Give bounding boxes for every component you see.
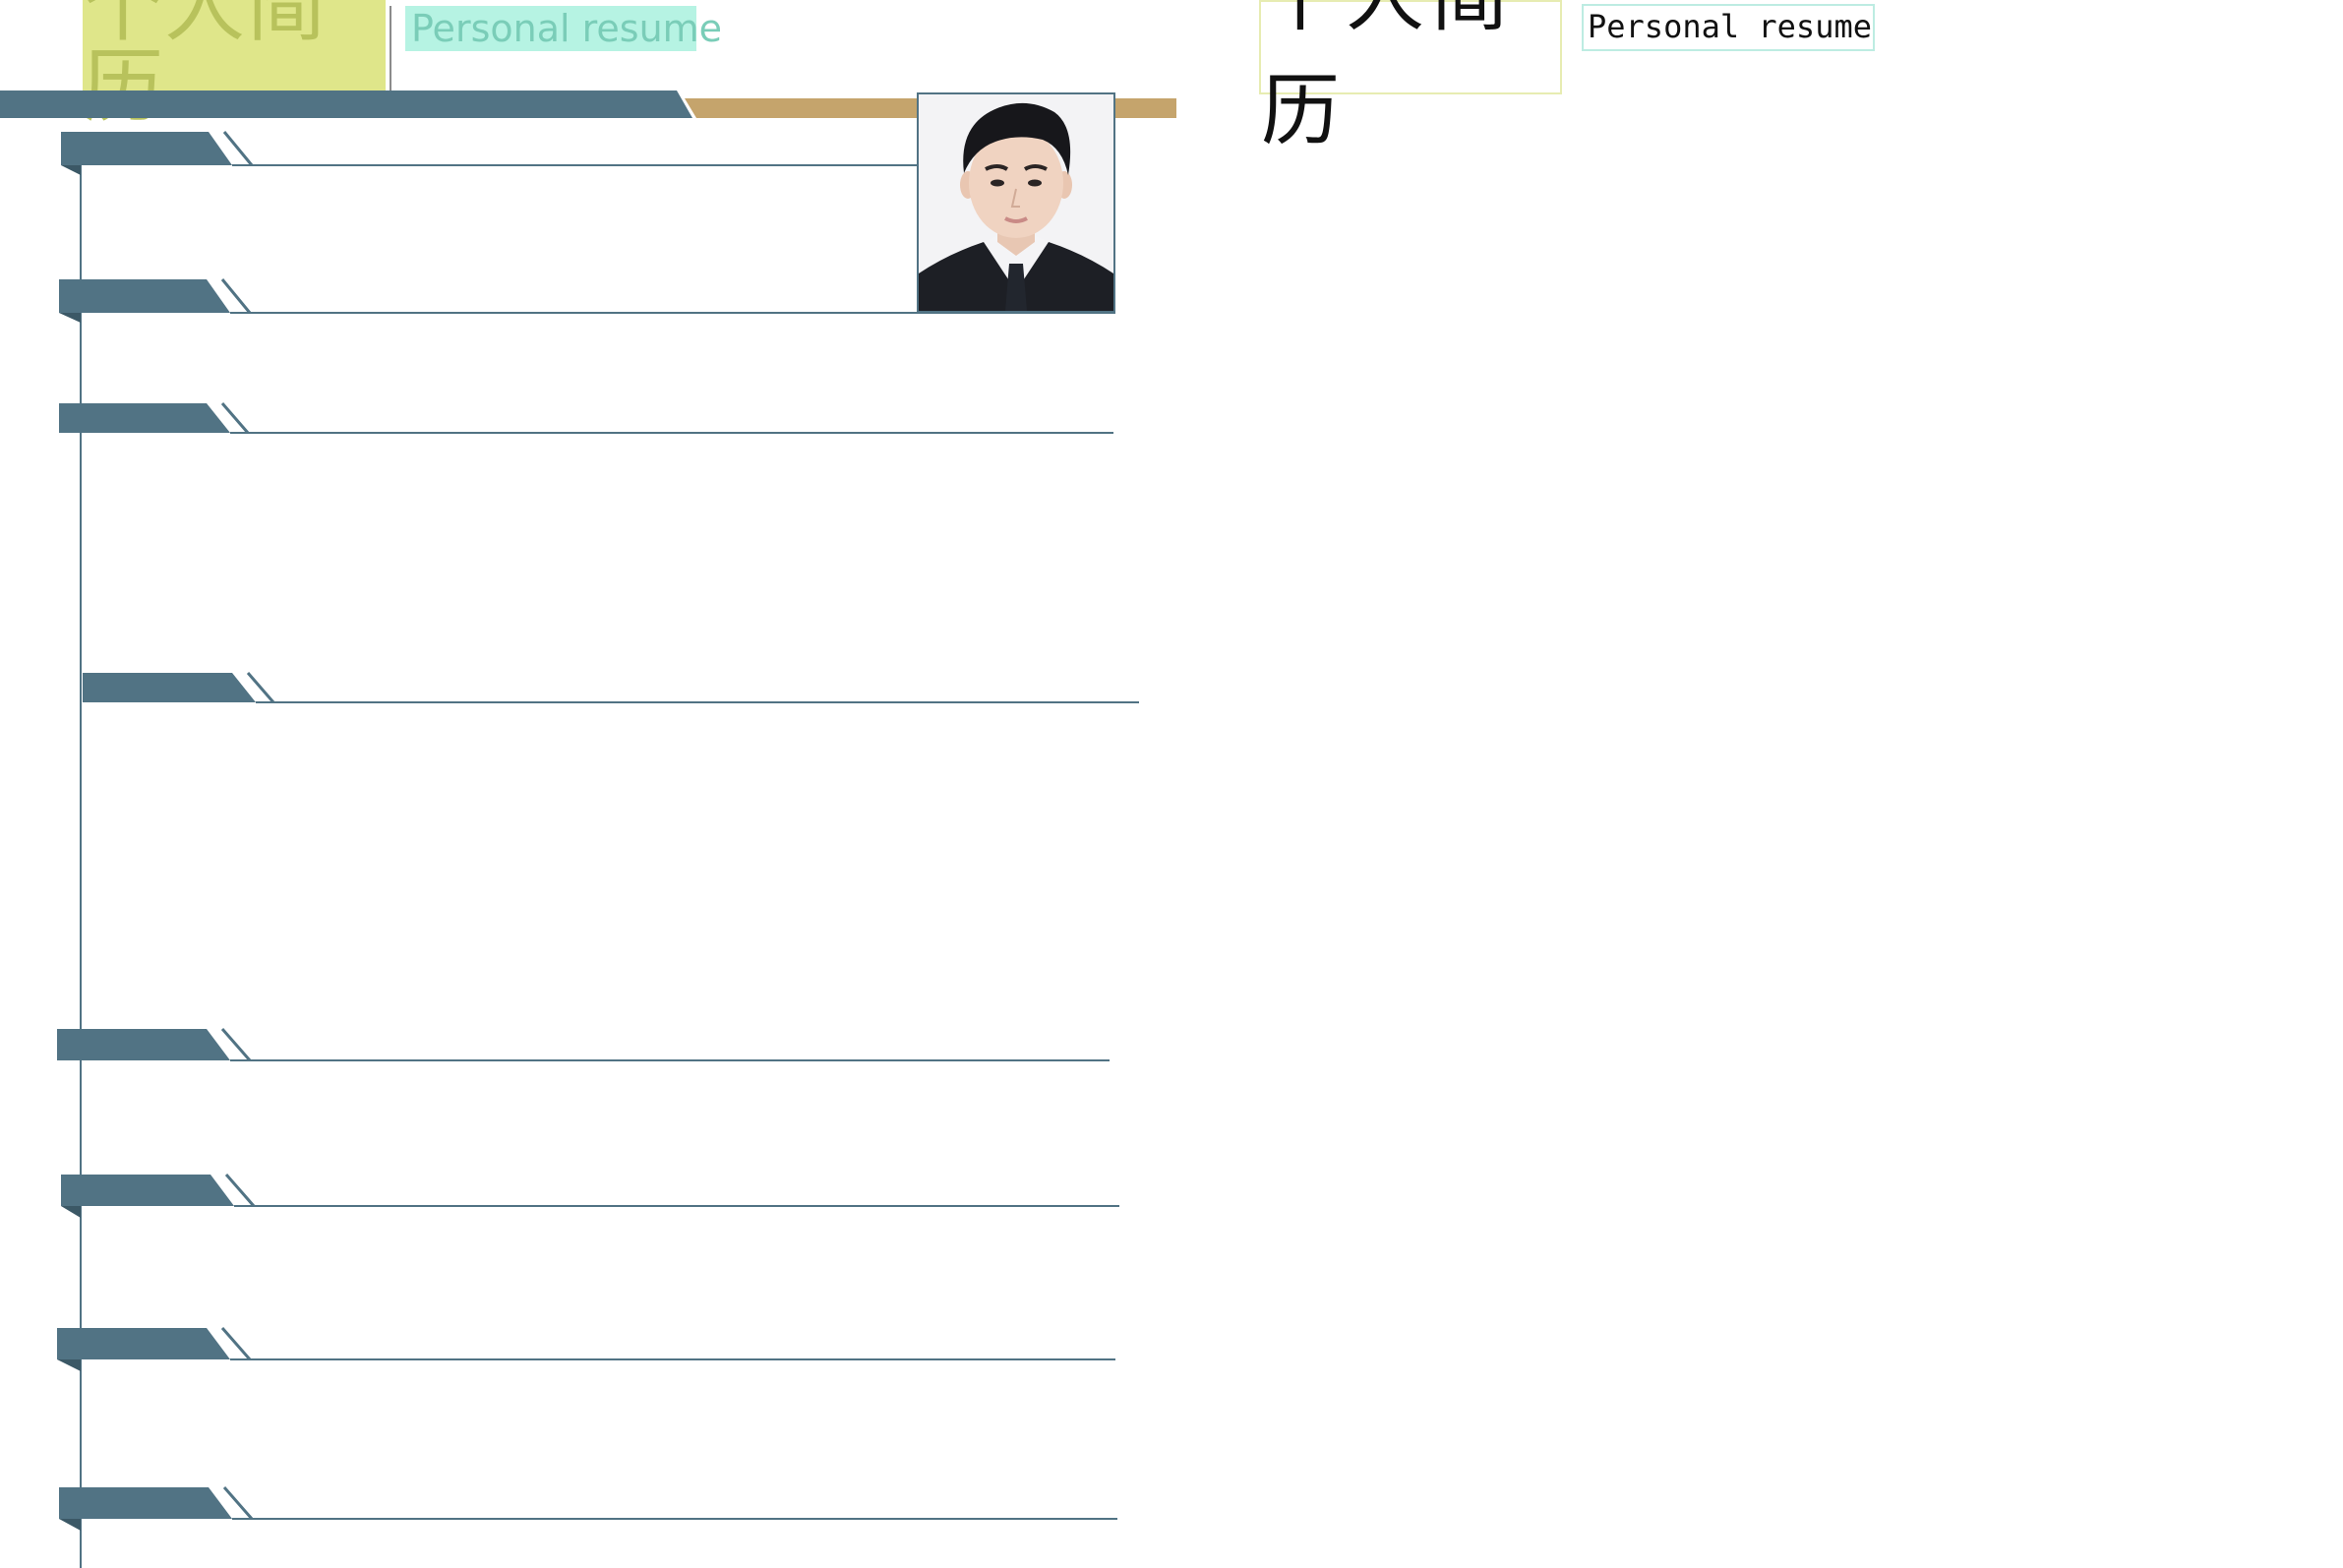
section-header-1 bbox=[61, 131, 917, 175]
right-title-en: Personal resume bbox=[1582, 4, 1875, 51]
profile-photo bbox=[917, 92, 1115, 313]
resume-decorations bbox=[0, 90, 1176, 1568]
section-header-5 bbox=[57, 1028, 1110, 1061]
person-portrait-icon bbox=[919, 94, 1113, 311]
section-header-7 bbox=[57, 1327, 1115, 1371]
section-header-8 bbox=[59, 1486, 1117, 1531]
right-title-cn: 个人简历 bbox=[1259, 0, 1562, 156]
top-banner-blue bbox=[0, 90, 692, 118]
section-header-4 bbox=[83, 672, 1139, 703]
section-header-3 bbox=[59, 402, 1113, 434]
section-header-6 bbox=[61, 1174, 1119, 1218]
